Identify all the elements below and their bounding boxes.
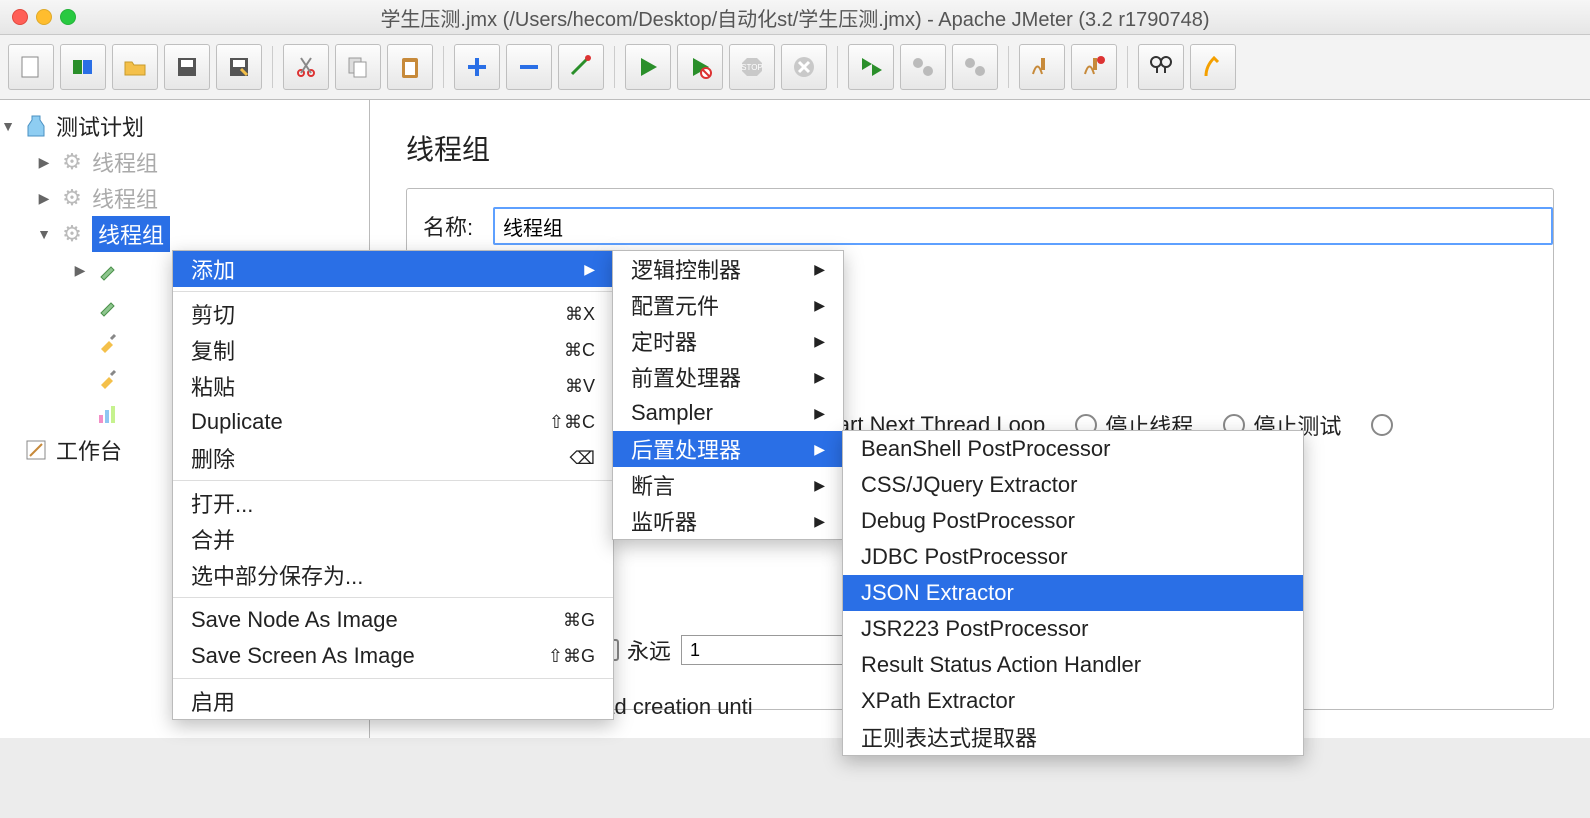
submenu-config[interactable]: 配置元件▶ — [613, 287, 843, 323]
expand-icon[interactable] — [454, 44, 500, 90]
submenu-listener[interactable]: 监听器▶ — [613, 503, 843, 539]
tree-label: 工作台 — [56, 434, 122, 466]
submenu-sampler[interactable]: Sampler▶ — [613, 395, 843, 431]
pp-xpath[interactable]: XPath Extractor — [843, 683, 1303, 719]
submenu-assert[interactable]: 断言▶ — [613, 467, 843, 503]
menu-duplicate[interactable]: Duplicate⇧⌘C — [173, 404, 613, 440]
cut-icon[interactable] — [283, 44, 329, 90]
pp-json-extractor[interactable]: JSON Extractor — [843, 575, 1303, 611]
toggle-icon[interactable] — [558, 44, 604, 90]
toolbar: STOP — [0, 35, 1590, 100]
chart-icon — [94, 400, 122, 428]
submenu-add: 逻辑控制器▶ 配置元件▶ 定时器▶ 前置处理器▶ Sampler▶ 后置处理器▶… — [612, 250, 844, 540]
paste-icon[interactable] — [387, 44, 433, 90]
tree-label: 线程组 — [92, 182, 158, 214]
menu-save-selection[interactable]: 选中部分保存为... — [173, 557, 613, 593]
save-icon[interactable] — [164, 44, 210, 90]
pp-jdbc[interactable]: JDBC PostProcessor — [843, 539, 1303, 575]
radio-more[interactable] — [1371, 414, 1401, 436]
gear-icon: ⚙ — [58, 184, 86, 212]
wrench-icon — [94, 364, 122, 392]
remote-shutdown-icon[interactable] — [952, 44, 998, 90]
gear-icon: ⚙ — [58, 148, 86, 176]
context-menu: 添加▶ 剪切⌘X 复制⌘C 粘贴⌘V Duplicate⇧⌘C 删除⌫ 打开..… — [172, 250, 614, 720]
menu-paste[interactable]: 粘贴⌘V — [173, 368, 613, 404]
search-icon[interactable] — [1138, 44, 1184, 90]
menu-add[interactable]: 添加▶ — [173, 251, 613, 287]
name-input[interactable] — [493, 207, 1553, 245]
submenu-pre[interactable]: 前置处理器▶ — [613, 359, 843, 395]
panel-heading: 线程组 — [406, 128, 1574, 168]
dropper-icon — [94, 292, 122, 320]
menu-cut[interactable]: 剪切⌘X — [173, 296, 613, 332]
clear-all-icon[interactable] — [1071, 44, 1117, 90]
svg-text:STOP: STOP — [741, 63, 763, 72]
tree-root[interactable]: ▼ 测试计划 — [0, 108, 369, 144]
stop-icon[interactable]: STOP — [729, 44, 775, 90]
start-no-timer-icon[interactable] — [677, 44, 723, 90]
remote-stop-icon[interactable] — [900, 44, 946, 90]
dropper-icon — [94, 256, 122, 284]
pp-regex[interactable]: 正则表达式提取器 — [843, 719, 1303, 755]
menu-merge[interactable]: 合并 — [173, 521, 613, 557]
menu-save-screen-image[interactable]: Save Screen As Image⇧⌘G — [173, 638, 613, 674]
pp-beanshell[interactable]: BeanShell PostProcessor — [843, 431, 1303, 467]
submenu-logic[interactable]: 逻辑控制器▶ — [613, 251, 843, 287]
window-title: 学生压测.jmx (/Users/hecom/Desktop/自动化st/学生压… — [0, 3, 1590, 32]
open-icon[interactable] — [112, 44, 158, 90]
menu-save-node-image[interactable]: Save Node As Image⌘G — [173, 602, 613, 638]
gear-icon: ⚙ — [58, 220, 86, 248]
pp-debug[interactable]: Debug PostProcessor — [843, 503, 1303, 539]
testplan-icon — [22, 112, 50, 140]
pp-result-status[interactable]: Result Status Action Handler — [843, 647, 1303, 683]
submenu-timer[interactable]: 定时器▶ — [613, 323, 843, 359]
pp-css-jquery[interactable]: CSS/JQuery Extractor — [843, 467, 1303, 503]
templates-icon[interactable] — [60, 44, 106, 90]
submenu-postprocessor: BeanShell PostProcessor CSS/JQuery Extra… — [842, 430, 1304, 756]
titlebar: 学生压测.jmx (/Users/hecom/Desktop/自动化st/学生压… — [0, 0, 1590, 35]
tree-label: 测试计划 — [56, 110, 144, 142]
tree-node-threadgroup[interactable]: ▶ ⚙ 线程组 — [0, 180, 369, 216]
shutdown-icon[interactable] — [781, 44, 827, 90]
menu-delete[interactable]: 删除⌫ — [173, 440, 613, 476]
wrench-icon — [94, 328, 122, 356]
workbench-icon — [22, 436, 50, 464]
tree-node-threadgroup-selected[interactable]: ▼ ⚙ 线程组 — [0, 216, 369, 252]
clear-icon[interactable] — [1019, 44, 1065, 90]
reset-search-icon[interactable] — [1190, 44, 1236, 90]
collapse-icon[interactable] — [506, 44, 552, 90]
save-as-icon[interactable] — [216, 44, 262, 90]
tree-node-threadgroup[interactable]: ▶ ⚙ 线程组 — [0, 144, 369, 180]
pp-jsr223[interactable]: JSR223 PostProcessor — [843, 611, 1303, 647]
start-icon[interactable] — [625, 44, 671, 90]
tree-label: 线程组 — [92, 146, 158, 178]
menu-copy[interactable]: 复制⌘C — [173, 332, 613, 368]
copy-icon[interactable] — [335, 44, 381, 90]
menu-enable[interactable]: 启用 — [173, 683, 613, 719]
name-label: 名称: — [423, 210, 493, 242]
menu-open[interactable]: 打开... — [173, 485, 613, 521]
remote-start-icon[interactable] — [848, 44, 894, 90]
new-icon[interactable] — [8, 44, 54, 90]
submenu-post[interactable]: 后置处理器▶ — [613, 431, 843, 467]
tree-label: 线程组 — [92, 216, 170, 252]
